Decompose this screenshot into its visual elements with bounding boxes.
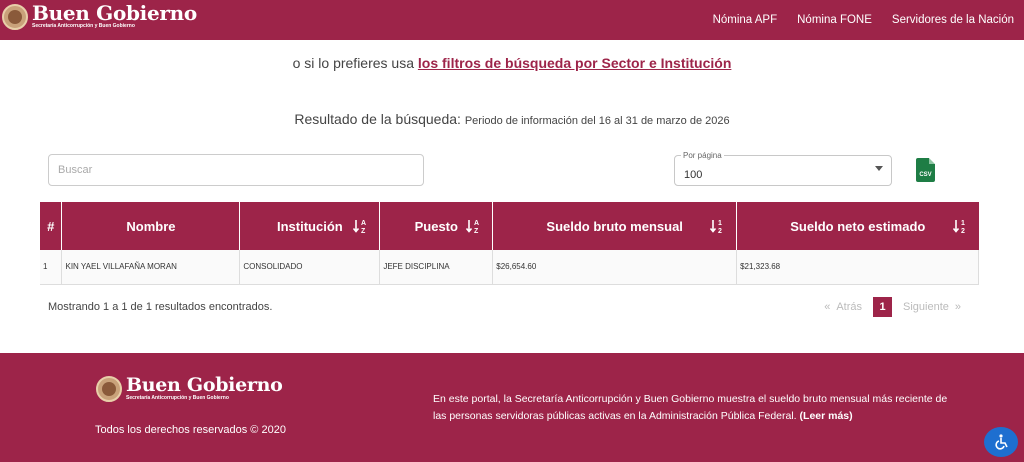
per-page-value: 100: [684, 169, 703, 181]
cell-sueldo-bruto: $26,654.60: [492, 250, 738, 285]
pagination-next[interactable]: Siguiente: [903, 301, 949, 313]
table-row[interactable]: 1 KIN YAEL VILLAFAÑA MORAN CONSOLIDADO J…: [40, 250, 979, 285]
pagination-prev[interactable]: Atrás: [836, 301, 862, 313]
cell-puesto: JEFE DISCIPLINA: [379, 250, 494, 285]
per-page-select[interactable]: Por página 100: [674, 151, 892, 186]
footer-logo-title: Buen Gobierno: [126, 374, 283, 396]
col-header-institucion[interactable]: Institución AZ: [239, 202, 381, 250]
cell-index: 1: [40, 250, 63, 285]
header-logo[interactable]: Buen Gobierno Secretaría Anticorrupción …: [2, 3, 197, 30]
table-header-row: # Nombre Institución AZ Puesto AZ Sueldo…: [40, 202, 979, 250]
footer-about: En este portal, la Secretaría Anticorrup…: [433, 391, 953, 425]
nav-servidores-nacion[interactable]: Servidores de la Nación: [892, 14, 1014, 26]
logo-title: Buen Gobierno: [32, 1, 197, 25]
footer-rights: Todos los derechos reservados © 2020: [95, 424, 286, 436]
read-more-link[interactable]: (Leer más): [800, 410, 853, 422]
search-input[interactable]: [48, 154, 424, 186]
seal-icon: [2, 3, 28, 30]
sort-icon[interactable]: AZ: [466, 218, 484, 234]
col-header-sueldo-neto[interactable]: Sueldo neto estimado 12: [736, 202, 979, 250]
result-title: Resultado de la búsqueda:: [294, 111, 465, 127]
pagination-first[interactable]: «: [824, 301, 830, 313]
col-header-sueldo-bruto[interactable]: Sueldo bruto mensual 12: [492, 202, 738, 250]
col-header-puesto[interactable]: Puesto AZ: [379, 202, 494, 250]
sort-icon[interactable]: AZ: [353, 218, 371, 234]
accessibility-icon[interactable]: [984, 427, 1018, 457]
wheelchair-icon: [995, 434, 1008, 450]
main-nav: Nómina APF Nómina FONE Servidores de la …: [713, 0, 1024, 40]
result-period: Periodo de información del 16 al 31 de m…: [464, 115, 730, 127]
footer-logo[interactable]: Buen Gobierno Secretaría Anticorrupción …: [96, 374, 283, 402]
sort-icon[interactable]: 12: [710, 218, 728, 234]
svg-text:2: 2: [961, 228, 965, 234]
filters-hint: o si lo prefieres usa los filtros de bús…: [0, 55, 1024, 71]
per-page-label: Por página: [681, 151, 724, 160]
pagination-last[interactable]: »: [955, 301, 961, 313]
cell-nombre: KIN YAEL VILLAFAÑA MORAN: [61, 250, 241, 285]
csv-label: CSV: [919, 172, 932, 178]
svg-text:2: 2: [718, 228, 722, 234]
footer-about-text: En este portal, la Secretaría Anticorrup…: [433, 393, 948, 422]
col-header-nombre[interactable]: Nombre: [61, 202, 241, 250]
nav-nomina-fone[interactable]: Nómina FONE: [797, 14, 872, 26]
pagination-current-page[interactable]: 1: [873, 297, 892, 317]
cell-institucion: CONSOLIDADO: [239, 250, 381, 285]
svg-text:1: 1: [718, 220, 722, 227]
results-table: # Nombre Institución AZ Puesto AZ Sueldo…: [40, 202, 979, 285]
seal-icon: [96, 376, 122, 402]
top-navbar: Buen Gobierno Secretaría Anticorrupción …: [0, 0, 1024, 40]
result-heading: Resultado de la búsqueda: Periodo de inf…: [0, 111, 1024, 129]
footer-logo-subtitle: Secretaría Anticorrupción y Buen Gobiern…: [126, 395, 229, 401]
csv-download-icon[interactable]: CSV: [916, 158, 935, 182]
svg-text:A: A: [361, 220, 366, 227]
svg-text:Z: Z: [474, 228, 479, 234]
filters-prefix: o si lo prefieres usa: [292, 55, 418, 71]
chevron-down-icon: [875, 166, 883, 171]
col-header-index: #: [40, 202, 63, 250]
svg-text:A: A: [474, 220, 479, 227]
svg-text:Z: Z: [361, 228, 366, 234]
nav-nomina-apf[interactable]: Nómina APF: [713, 14, 778, 26]
filters-link[interactable]: los filtros de búsqueda por Sector e Ins…: [418, 55, 731, 71]
footer: Buen Gobierno Secretaría Anticorrupción …: [0, 353, 1024, 462]
sort-icon[interactable]: 12: [952, 218, 971, 234]
svg-text:1: 1: [961, 220, 965, 227]
pagination: « Atrás 1 Siguiente »: [821, 297, 964, 317]
cell-sueldo-neto: $21,323.68: [736, 250, 979, 285]
results-summary: Mostrando 1 a 1 de 1 resultados encontra…: [48, 301, 273, 313]
